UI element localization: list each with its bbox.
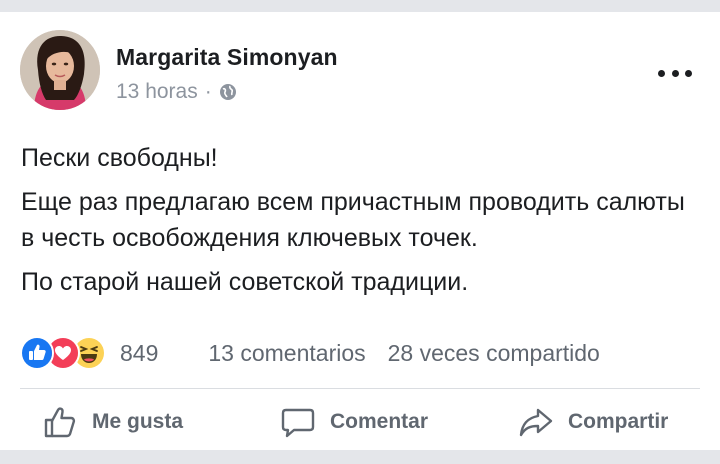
post-text: Пески свободны! Еще раз предлагаю всем п…: [21, 140, 701, 308]
like-button-label: Me gusta: [92, 410, 184, 433]
comments-count[interactable]: 13 comentarios: [208, 340, 365, 367]
shares-count[interactable]: 28 veces compartido: [388, 340, 600, 367]
more-dots-icon: [658, 69, 665, 77]
post-paragraph: Еще раз предлагаю всем причастным провод…: [21, 188, 685, 252]
reactions-summary[interactable]: [20, 336, 106, 370]
comment-button[interactable]: Comentar: [280, 394, 428, 450]
post-paragraph: Пески свободны!: [21, 144, 218, 172]
post-meta: 13 horas ·: [116, 80, 237, 104]
like-reaction-icon: [20, 336, 54, 370]
comment-bubble-icon: [281, 408, 315, 438]
author-name[interactable]: Margarita Simonyan: [116, 44, 338, 71]
post-card: Margarita Simonyan 13 horas · Пески своб…: [0, 12, 720, 450]
author-avatar[interactable]: [20, 30, 100, 110]
comment-button-label: Comentar: [330, 410, 429, 433]
share-button-label: Compartir: [568, 410, 669, 433]
post-paragraph: По старой нашей советской традиции.: [21, 268, 469, 296]
post-header: Margarita Simonyan 13 horas ·: [20, 30, 700, 112]
more-dot: [685, 69, 692, 77]
thumbs-up-icon: [44, 407, 76, 438]
more-dot: [671, 69, 679, 77]
avatar-image: [20, 30, 100, 110]
like-button[interactable]: Me gusta: [42, 394, 183, 450]
post-stats: 849 13 comentarios 28 veces compartido: [20, 328, 700, 378]
more-options-button[interactable]: [658, 66, 692, 80]
share-arrow-icon: [519, 408, 553, 437]
actions-divider: [20, 388, 700, 389]
share-button[interactable]: Compartir: [518, 394, 668, 450]
post-actions: Me gusta Comentar Compartir: [20, 394, 700, 450]
reaction-count[interactable]: 849: [120, 340, 158, 367]
globe-icon: [219, 83, 237, 101]
meta-separator: ·: [204, 80, 212, 103]
post-time[interactable]: 13 horas: [116, 80, 198, 104]
